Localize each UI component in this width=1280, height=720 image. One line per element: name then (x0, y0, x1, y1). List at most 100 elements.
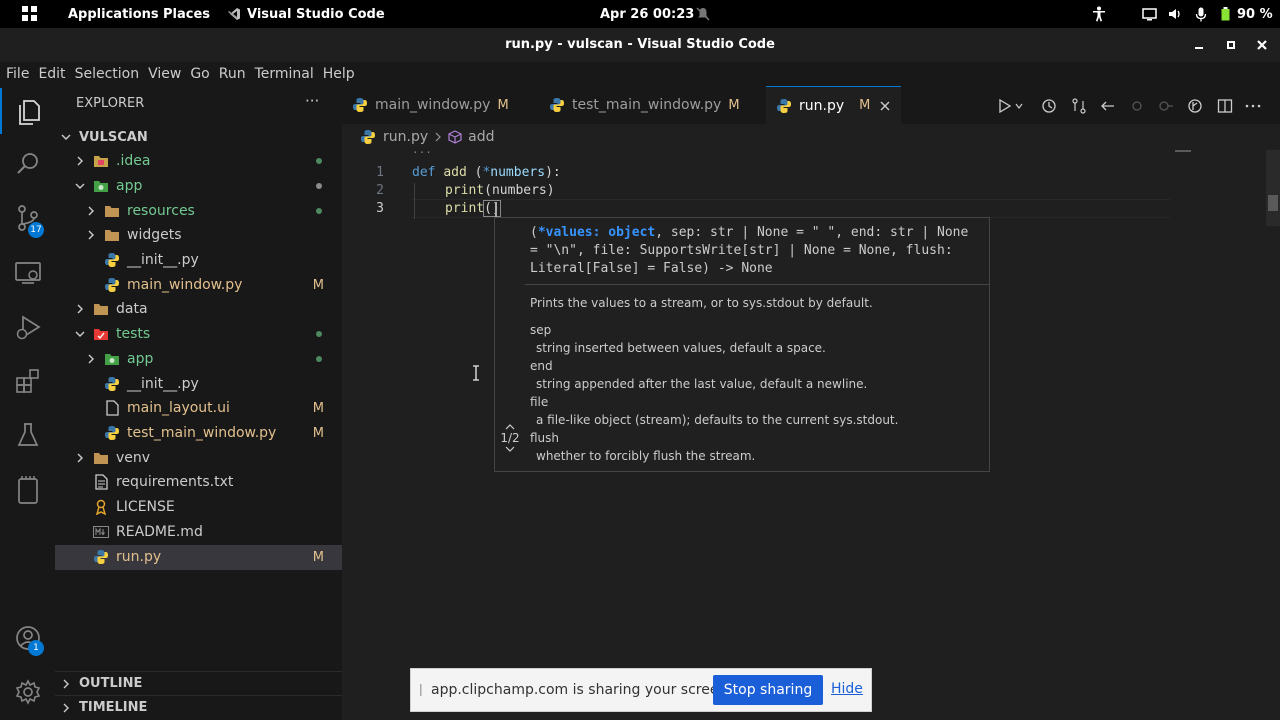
tree-item-tests-init-py[interactable]: __init__.py (55, 372, 342, 397)
minimap-line (1175, 150, 1191, 152)
maximize-button[interactable] (1216, 28, 1246, 62)
minimize-button[interactable] (1184, 28, 1214, 62)
drag-handle-icon[interactable] (419, 683, 423, 697)
compare-changes-icon[interactable] (1069, 96, 1089, 116)
file-icon (104, 400, 120, 416)
menu-help[interactable]: Help (323, 66, 355, 82)
run-dropdown-chevron-icon[interactable] (1013, 96, 1025, 116)
tree-item-tests[interactable]: tests (55, 322, 342, 347)
tree-item-label: __init__.py (127, 252, 199, 269)
scrollbar-slider[interactable] (1266, 150, 1280, 226)
extensions-icon[interactable] (0, 357, 55, 405)
tab-run-py[interactable]: run.py M (766, 86, 901, 124)
apps-grid-icon[interactable] (22, 0, 38, 28)
explorer-icon[interactable] (0, 88, 55, 136)
hide-link[interactable]: Hide (831, 681, 863, 697)
next-change-disabled-icon[interactable] (1156, 96, 1176, 116)
code-line: print(numbers) (445, 183, 555, 198)
active-app-name[interactable]: Visual Studio Code (247, 0, 385, 28)
code-punct: ( (466, 165, 483, 180)
workspace-root[interactable]: VULSCAN (55, 126, 342, 148)
clock[interactable]: Apr 26 00:23 (600, 0, 694, 28)
split-editor-icon[interactable] (1215, 96, 1235, 116)
tab-main-window-py[interactable]: main_window.py M (342, 86, 534, 124)
timeline-panel-header[interactable]: TIMELINE (55, 695, 342, 719)
tree-item-widgets[interactable]: widgets (55, 223, 342, 248)
folder-icon (104, 227, 120, 243)
license-icon (93, 499, 109, 516)
chevron-right-icon (84, 228, 98, 242)
go-forward-disabled-icon[interactable] (1127, 96, 1147, 116)
microphone-icon[interactable] (1195, 0, 1207, 28)
signature-active-param: *values: object (537, 225, 656, 240)
outline-panel-header[interactable]: OUTLINE (55, 671, 342, 695)
tree-item-resources[interactable]: resources (55, 199, 342, 224)
breadcrumb-symbol[interactable]: add (468, 129, 494, 145)
source-control-icon[interactable] (0, 194, 55, 242)
code-line: print() (445, 200, 501, 217)
open-changes-icon[interactable] (1185, 96, 1205, 116)
places-menu[interactable]: Places (163, 0, 210, 28)
window-title-bar[interactable]: run.py - vulscan - Visual Studio Code (0, 28, 1280, 62)
more-actions-icon[interactable] (1243, 96, 1263, 116)
chevron-down-icon[interactable] (495, 445, 525, 453)
tree-item-main-layout-ui[interactable]: main_layout.ui M (55, 396, 342, 421)
tree-item-data[interactable]: data (55, 297, 342, 322)
history-icon[interactable] (1039, 96, 1059, 116)
git-status-badge: M (312, 549, 324, 565)
tree-item-init-py[interactable]: __init__.py (55, 248, 342, 273)
tree-item-main-window-py[interactable]: main_window.py M (55, 273, 342, 298)
sidebar-title: EXPLORER (76, 96, 145, 111)
tree-item-label: README.md (116, 524, 203, 541)
tree-item-run-py[interactable]: run.py M (55, 545, 342, 570)
device-icon[interactable] (0, 466, 55, 514)
tree-item-label: main_layout.ui (127, 400, 230, 417)
settings-gear-icon[interactable] (0, 668, 55, 716)
function-name: add (443, 165, 467, 180)
menu-selection[interactable]: Selection (75, 66, 140, 82)
tree-item-tests-app[interactable]: app (55, 347, 342, 372)
screen-icon[interactable] (1142, 0, 1157, 28)
chevron-right-icon (84, 352, 98, 366)
accounts-icon[interactable] (0, 614, 55, 662)
tree-item-test-main-window-py[interactable]: test_main_window.py M (55, 421, 342, 446)
breadcrumb-file[interactable]: run.py (383, 129, 428, 145)
menu-run[interactable]: Run (219, 66, 246, 82)
remote-explorer-icon[interactable] (0, 249, 55, 297)
doc-param-desc: a file-like object (stream); defaults to… (536, 413, 899, 427)
testing-icon[interactable] (0, 411, 55, 459)
menu-view[interactable]: View (148, 66, 181, 82)
python-file-icon (776, 98, 792, 114)
stop-sharing-button[interactable]: Stop sharing (713, 675, 823, 705)
tree-item-venv[interactable]: venv (55, 446, 342, 471)
run-and-debug-icon[interactable] (0, 303, 55, 351)
battery-percent[interactable]: 90 % (1237, 0, 1273, 28)
chevron-up-icon[interactable] (495, 423, 525, 431)
menu-edit[interactable]: Edit (38, 66, 65, 82)
battery-icon[interactable] (1221, 0, 1230, 28)
folder-icon (93, 450, 109, 466)
search-icon[interactable] (0, 140, 55, 188)
close-window-button[interactable] (1247, 28, 1277, 62)
volume-icon[interactable] (1168, 0, 1182, 28)
tree-item-app[interactable]: app (55, 174, 342, 199)
more-actions-icon[interactable]: ··· (305, 92, 319, 110)
run-icon[interactable] (995, 96, 1015, 116)
chevron-down-icon (73, 327, 87, 341)
tab-test-main-window-py[interactable]: test_main_window.py M (539, 86, 765, 124)
close-tab-icon[interactable] (880, 101, 890, 111)
menu-file[interactable]: File (6, 66, 29, 82)
tree-item-label: test_main_window.py (127, 425, 277, 442)
tree-item-idea[interactable]: .idea (55, 149, 342, 174)
accessibility-icon[interactable] (1092, 0, 1106, 28)
scrollbar-cursor-marker (1268, 195, 1278, 211)
go-back-icon[interactable] (1098, 96, 1118, 116)
applications-menu[interactable]: Applications (68, 0, 159, 28)
tree-item-readme-md[interactable]: README.md (55, 520, 342, 545)
doc-description: Prints the values to a stream, or to sys… (530, 296, 873, 310)
menu-go[interactable]: Go (190, 66, 209, 82)
parameter-hints-widget[interactable]: (*values: object, sep: str | None = " ",… (494, 217, 990, 472)
tree-item-license[interactable]: LICENSE (55, 495, 342, 520)
tree-item-requirements-txt[interactable]: requirements.txt (55, 470, 342, 495)
menu-terminal[interactable]: Terminal (255, 66, 314, 82)
